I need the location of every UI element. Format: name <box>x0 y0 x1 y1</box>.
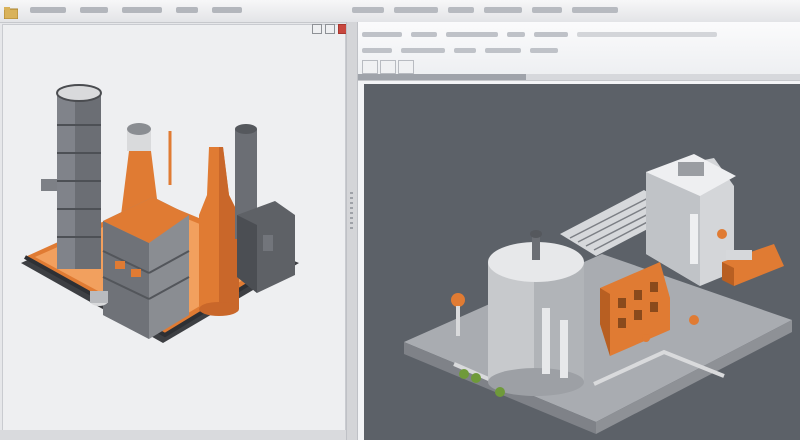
menu-item[interactable] <box>572 7 618 13</box>
menu-strip <box>30 7 242 13</box>
menu-item[interactable] <box>122 7 162 13</box>
factory-illustration <box>21 84 299 343</box>
toolbar-item[interactable] <box>454 48 476 53</box>
marker-dot <box>689 315 699 325</box>
left-image-pane <box>2 24 346 432</box>
right-app-window <box>358 22 800 440</box>
splitter[interactable] <box>346 22 358 440</box>
toolbar-item[interactable] <box>362 32 402 37</box>
folder-icon[interactable] <box>3 4 19 23</box>
menu-item[interactable] <box>176 7 198 13</box>
toolbar-item[interactable] <box>401 48 445 53</box>
menu-item[interactable] <box>80 7 108 13</box>
minimize-icon[interactable] <box>312 24 322 34</box>
toolbar-item[interactable] <box>534 32 568 37</box>
marker-dot <box>717 229 727 239</box>
toolbar-field[interactable] <box>577 32 717 37</box>
toolbar-row <box>362 48 558 53</box>
industrial-plant-model <box>404 154 792 434</box>
menu-item[interactable] <box>448 7 474 13</box>
toolbar-item[interactable] <box>362 48 392 53</box>
shrub <box>471 373 481 383</box>
menu-item[interactable] <box>212 7 242 13</box>
window-controls <box>312 24 348 34</box>
menu-item[interactable] <box>394 7 438 13</box>
title-bar <box>0 0 800 23</box>
marker-dot <box>451 293 465 307</box>
status-strip <box>0 430 346 440</box>
shrub <box>495 387 505 397</box>
tool-button[interactable] <box>398 60 414 74</box>
menu-item[interactable] <box>484 7 522 13</box>
splitter-grip-icon[interactable] <box>350 192 353 232</box>
menu-item[interactable] <box>532 7 562 13</box>
progress-fill <box>358 74 526 80</box>
toolbar-row <box>362 32 717 37</box>
toolbar-item[interactable] <box>485 48 521 53</box>
toolbar <box>358 22 800 81</box>
shrub <box>459 369 469 379</box>
toolbar-item[interactable] <box>530 48 558 53</box>
toolbar-item[interactable] <box>507 32 525 37</box>
toolbar-item[interactable] <box>411 32 437 37</box>
right-menu-strip <box>352 7 618 13</box>
tool-button[interactable] <box>362 60 378 74</box>
menu-item[interactable] <box>352 7 384 13</box>
menu-item[interactable] <box>30 7 66 13</box>
3d-viewport[interactable] <box>364 84 800 440</box>
toolbar-item[interactable] <box>446 32 498 37</box>
marker-dot <box>642 334 650 342</box>
maximize-icon[interactable] <box>325 24 335 34</box>
tool-button[interactable] <box>380 60 396 74</box>
loading-progress-bar <box>358 74 800 80</box>
